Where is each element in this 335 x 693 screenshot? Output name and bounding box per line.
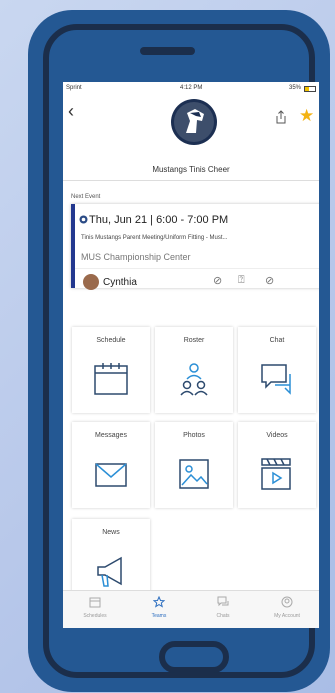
tab-label: Chats: [216, 613, 230, 619]
tile-label: Chat: [269, 337, 285, 344]
status-bar: Sprint 4:12 PM 35%: [63, 82, 319, 96]
tile-label: News: [102, 529, 120, 536]
rsvp-maybe-icon[interactable]: ⍰: [238, 274, 245, 287]
tile-photos[interactable]: Photos: [155, 422, 233, 508]
divider: [63, 180, 319, 181]
tab-schedules[interactable]: Schedules: [63, 596, 127, 619]
tile-label: Photos: [183, 432, 205, 439]
avatar: [83, 274, 99, 290]
tile-roster[interactable]: Roster: [155, 327, 233, 413]
phone-speaker: [140, 47, 195, 55]
chat-icon: [217, 596, 229, 607]
app-screen: Sprint 4:12 PM 35% ‹ ★ Mustangs Tinis Ch…: [63, 82, 319, 628]
battery-percent: 35%: [288, 85, 301, 91]
tile-schedule[interactable]: Schedule: [72, 327, 150, 413]
favorite-star-icon[interactable]: ★: [299, 106, 314, 126]
tab-teams[interactable]: Teams: [127, 595, 191, 619]
star-outline-icon: [152, 595, 166, 608]
event-type-icon: [79, 215, 88, 224]
account-icon: [281, 596, 293, 608]
rsvp-no-icon[interactable]: ⊘: [265, 274, 274, 287]
megaphone-icon: [97, 556, 122, 587]
image-icon: [179, 459, 209, 489]
tile-label: Roster: [183, 337, 205, 344]
divider: [75, 268, 319, 269]
tab-label: Schedules: [83, 613, 107, 619]
battery-icon: [304, 86, 316, 92]
event-date: Thu, Jun 21 | 6:00 - 7:00 PM: [89, 214, 229, 226]
tab-bar: Schedules Teams Chats My Account: [63, 590, 319, 628]
tile-label: Videos: [266, 432, 288, 439]
people-icon: [180, 363, 208, 396]
status-time: 4:12 PM: [180, 85, 203, 91]
tab-label: My Account: [274, 613, 300, 619]
tile-label: Schedule: [96, 337, 126, 344]
tile-messages[interactable]: Messages: [72, 422, 150, 508]
calendar-icon: [94, 363, 128, 395]
calendar-icon: [89, 597, 101, 608]
share-icon[interactable]: [275, 110, 287, 129]
rsvp-yes-icon[interactable]: ⊘: [213, 274, 222, 287]
envelope-icon: [95, 463, 127, 487]
tile-chat[interactable]: Chat: [238, 327, 316, 413]
event-person: Cynthia: [103, 277, 137, 288]
carrier-label: Sprint: [66, 85, 82, 91]
event-location: MUS Championship Center: [81, 252, 191, 262]
tile-label: Messages: [95, 432, 127, 439]
tab-my-account[interactable]: My Account: [255, 596, 319, 619]
event-title: Tinis Mustangs Parent Meeting/Uniform Fi…: [81, 235, 228, 241]
team-name: Mustangs Tinis Cheer: [152, 165, 230, 174]
tile-videos[interactable]: Videos: [238, 422, 316, 508]
home-button[interactable]: [159, 641, 229, 673]
video-icon: [261, 458, 291, 490]
chevron-left-icon[interactable]: ‹: [68, 102, 74, 120]
tab-label: Teams: [151, 613, 167, 619]
team-logo: [171, 99, 217, 145]
next-event-card[interactable]: Thu, Jun 21 | 6:00 - 7:00 PM Tinis Musta…: [71, 204, 319, 290]
next-event-label: Next Event: [71, 194, 101, 200]
chat-bubbles-icon: [261, 364, 291, 395]
tab-chats[interactable]: Chats: [191, 596, 255, 619]
